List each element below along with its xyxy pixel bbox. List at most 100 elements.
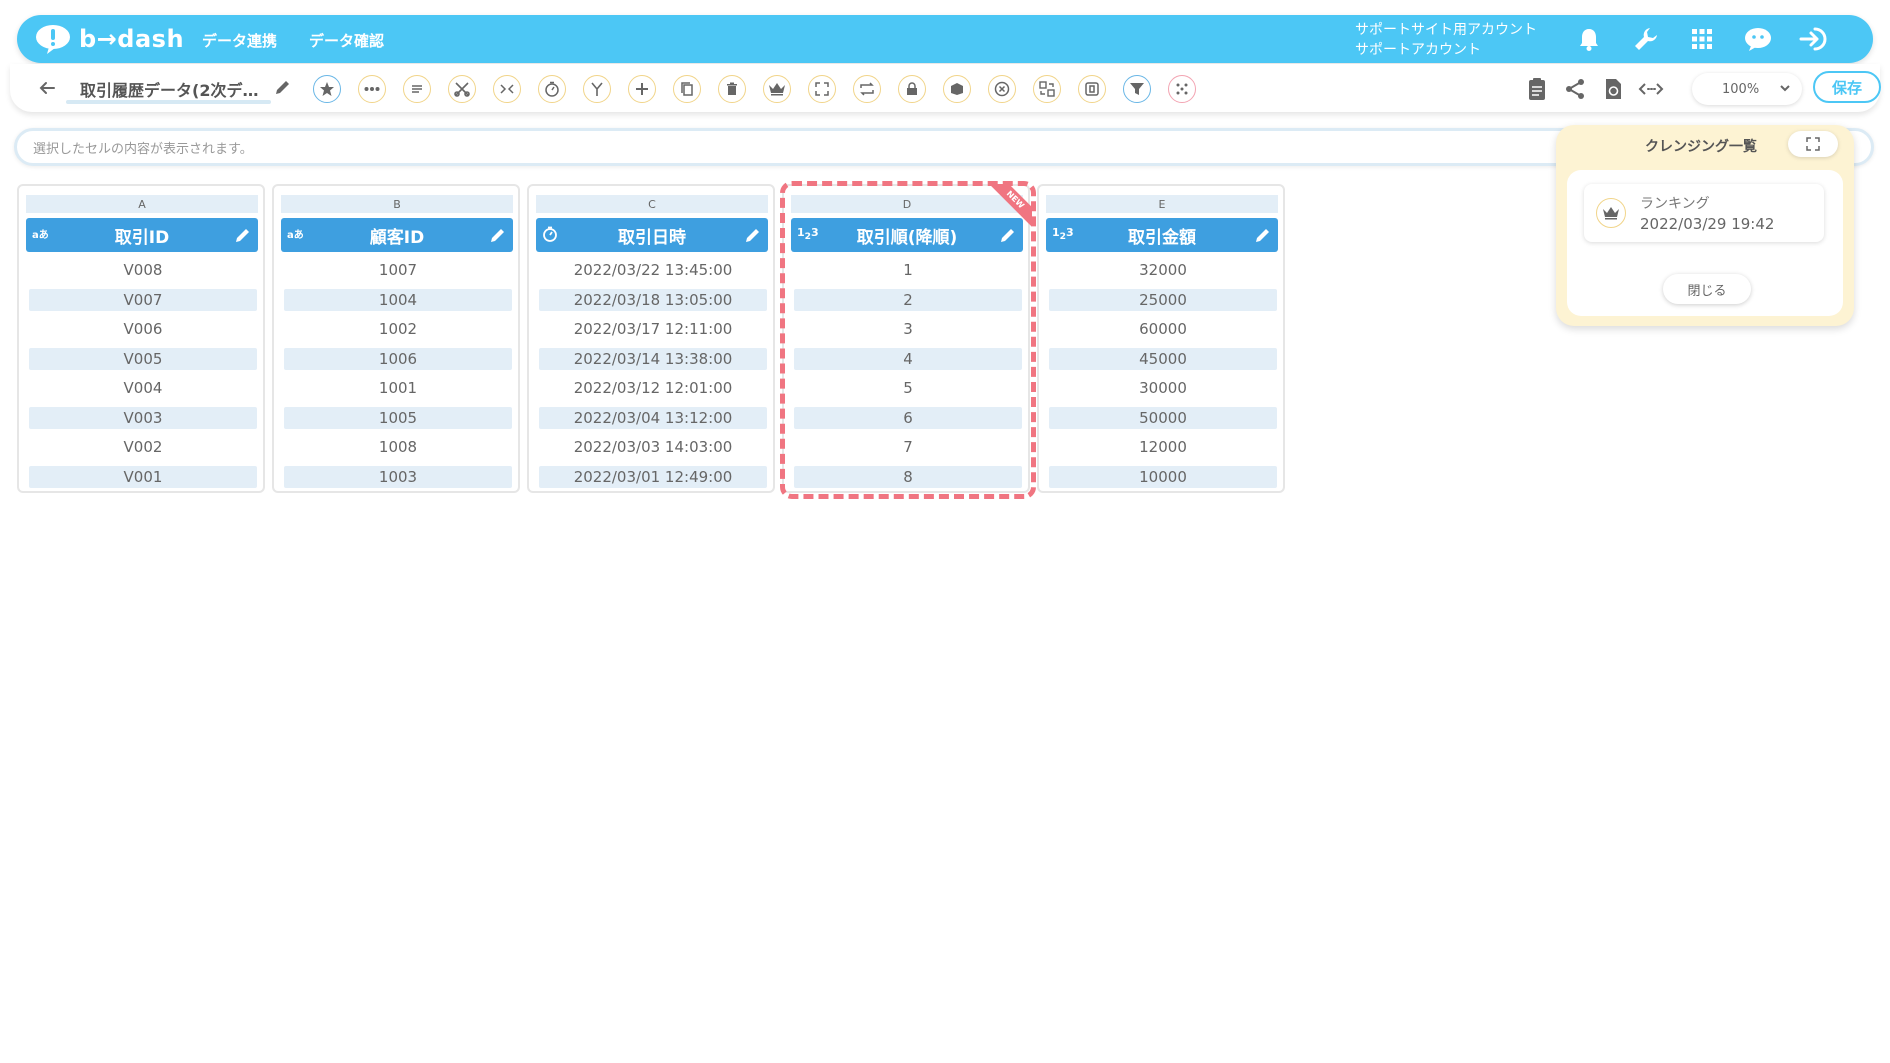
nav-data-integration[interactable]: データ連携 [202,30,277,51]
table-cell[interactable]: 4 [794,347,1022,370]
column-header[interactable]: 取引日時 [536,218,768,252]
table-cell[interactable]: 2022/03/18 13:05:00 [539,288,767,311]
code-icon[interactable] [1638,76,1664,102]
table-cell[interactable]: V006 [29,318,257,340]
table-cell[interactable]: 32000 [1049,259,1277,281]
column-letter[interactable]: C [536,195,768,213]
cleansing-item[interactable]: ランキング 2022/03/29 19:42 [1584,184,1824,242]
pencil-icon[interactable] [1254,226,1272,244]
table-cell[interactable]: 2022/03/12 12:01:00 [539,377,767,399]
table-cell[interactable]: 1 [794,259,1022,281]
close-circle-icon[interactable] [988,75,1016,103]
table-cell[interactable]: 60000 [1049,318,1277,340]
table-cell[interactable]: 3 [794,318,1022,340]
table-cell[interactable]: V004 [29,377,257,399]
logout-icon[interactable] [1799,24,1829,54]
pencil-icon[interactable] [234,226,252,244]
table-cell[interactable]: 50000 [1049,406,1277,429]
scissors-icon[interactable] [448,75,476,103]
text-lines-icon[interactable] [403,75,431,103]
dataset-title[interactable]: 取引履歴データ(2次デ… [80,77,258,101]
brand-logo[interactable]: b→dash [35,23,184,55]
pencil-icon[interactable] [274,78,292,96]
table-cell[interactable]: 30000 [1049,377,1277,399]
copy-icon[interactable] [673,75,701,103]
table-cell[interactable]: 1001 [284,377,512,399]
timer-icon[interactable] [538,75,566,103]
nav-data-check[interactable]: データ確認 [309,30,384,51]
more-horizontal-icon[interactable] [358,75,386,103]
table-cell[interactable]: 2022/03/17 12:11:00 [539,318,767,340]
column-letter[interactable]: E [1046,195,1278,213]
dice-icon[interactable] [1168,75,1196,103]
column-header[interactable]: 123 取引順(降順) [791,218,1023,252]
close-button[interactable]: 閉じる [1663,274,1751,304]
filter-icon[interactable] [1123,75,1151,103]
table-cell[interactable]: 2022/03/14 13:38:00 [539,347,767,370]
account-info[interactable]: サポートサイト用アカウント サポートアカウント [1355,20,1537,60]
star-icon[interactable] [313,75,341,103]
table-cell[interactable]: 1006 [284,347,512,370]
column-letter[interactable]: B [281,195,513,213]
fullscreen-button[interactable] [1788,131,1838,157]
table-cell[interactable]: V007 [29,288,257,311]
table-cell[interactable]: 2022/03/22 13:45:00 [539,259,767,281]
table-cell[interactable]: V001 [29,465,257,488]
column-letter[interactable]: A [26,195,258,213]
column-letter[interactable]: D [791,195,1023,213]
account-name: サポートサイト用アカウント [1355,22,1537,38]
table-cell[interactable]: 7 [794,436,1022,458]
table-cell[interactable]: V008 [29,259,257,281]
pencil-icon[interactable] [999,226,1017,244]
save-button[interactable]: 保存 [1813,71,1881,103]
refresh-icon[interactable] [1600,76,1626,102]
table-cell[interactable]: 2 [794,288,1022,311]
branch-icon[interactable] [583,75,611,103]
column-cells: 32000 25000 60000 45000 30000 50000 12000 10000 [1049,259,1277,495]
table-cell[interactable]: 8 [794,465,1022,488]
table-cell[interactable]: 1004 [284,288,512,311]
table-cell[interactable]: V003 [29,406,257,429]
loop-icon[interactable] [853,75,881,103]
table-cell[interactable]: 1008 [284,436,512,458]
plus-icon[interactable] [628,75,656,103]
trash-icon[interactable] [718,75,746,103]
convert-icon[interactable] [1033,75,1061,103]
table-cell[interactable]: V002 [29,436,257,458]
column-header[interactable]: 123 取引金額 [1046,218,1278,252]
table-cell[interactable]: 12000 [1049,436,1277,458]
table-cell[interactable]: 6 [794,406,1022,429]
table-cell[interactable]: 5 [794,377,1022,399]
table-cell[interactable]: 1003 [284,465,512,488]
table-cell[interactable]: 1005 [284,406,512,429]
bell-icon[interactable] [1574,24,1604,54]
clipboard-icon[interactable] [1524,76,1550,102]
chat-icon[interactable] [1743,24,1773,54]
column-header-label: 取引金額 [1128,227,1196,248]
frame-icon[interactable] [1078,75,1106,103]
table-cell[interactable]: 45000 [1049,347,1277,370]
back-arrow-icon[interactable] [36,77,58,99]
box-icon[interactable] [943,75,971,103]
share-icon[interactable] [1562,76,1588,102]
pencil-icon[interactable] [489,226,507,244]
table-cell[interactable]: 2022/03/01 12:49:00 [539,465,767,488]
column-header[interactable]: aあ 顧客ID [281,218,513,252]
lock-icon[interactable] [898,75,926,103]
table-cell[interactable]: 2022/03/03 14:03:00 [539,436,767,458]
table-cell[interactable]: 10000 [1049,465,1277,488]
table-cell[interactable]: 1007 [284,259,512,281]
table-cell[interactable]: V005 [29,347,257,370]
wrench-icon[interactable] [1631,24,1661,54]
table-cell[interactable]: 2022/03/04 13:12:00 [539,406,767,429]
zoom-select[interactable]: 100% [1692,73,1802,105]
expand-icon[interactable] [808,75,836,103]
crown-icon[interactable] [763,75,791,103]
table-cell[interactable]: 1002 [284,318,512,340]
table-cell[interactable]: 25000 [1049,288,1277,311]
column-header-label: 取引日時 [618,227,686,248]
pencil-icon[interactable] [744,226,762,244]
column-header[interactable]: aあ 取引ID [26,218,258,252]
merge-icon[interactable] [493,75,521,103]
apps-grid-icon[interactable] [1687,24,1717,54]
